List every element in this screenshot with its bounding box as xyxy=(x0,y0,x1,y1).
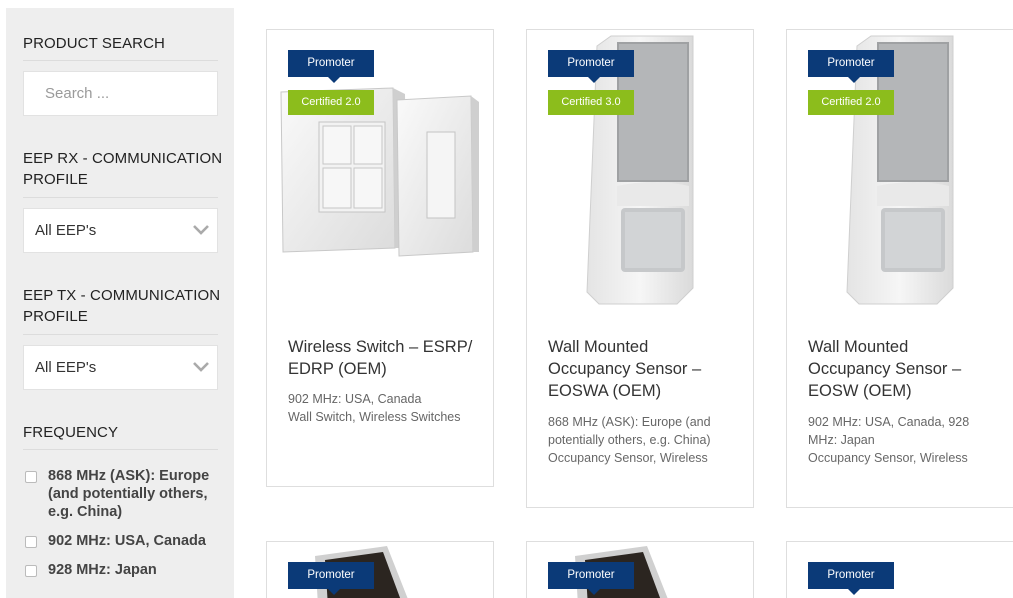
promoter-badge: Promoter xyxy=(288,562,374,595)
product-search-heading: PRODUCT SEARCH xyxy=(23,35,165,52)
divider xyxy=(23,449,218,450)
product-title-line[interactable]: EDRP (OEM) xyxy=(288,358,478,380)
product-frequency-line: 902 MHz: USA, Canada, 928 xyxy=(808,415,970,429)
search-field[interactable] xyxy=(23,71,218,116)
promoter-badge: Promoter xyxy=(808,50,894,83)
frequency-heading: FREQUENCY xyxy=(23,424,119,441)
eep-rx-heading: EEP RX - COMMUNICATION PROFILE xyxy=(23,148,222,190)
checkbox[interactable] xyxy=(25,565,37,577)
product-title-line[interactable]: Wall Mounted xyxy=(808,336,998,358)
product-title[interactable]: Wall Mounted Occupancy Sensor – EOSW (OE… xyxy=(808,336,998,402)
text-fade xyxy=(527,459,753,507)
promoter-badge: Promoter xyxy=(548,562,634,595)
product-title-line[interactable]: Wall Mounted xyxy=(548,336,738,358)
eep-rx-heading-line1: EEP RX - COMMUNICATION xyxy=(23,150,223,167)
eep-rx-select[interactable]: All EEP's xyxy=(23,208,218,253)
eep-tx-heading-line1: EEP TX - COMMUNICATION xyxy=(23,287,221,304)
eep-rx-selected-value: All EEP's xyxy=(35,222,97,239)
product-card[interactable]: Promoter xyxy=(526,541,754,598)
checkbox[interactable] xyxy=(25,471,37,483)
chevron-down-icon xyxy=(193,225,209,235)
product-frequency: 868 MHz (ASK): Europe (and potentially o… xyxy=(548,413,738,449)
filter-sidebar: PRODUCT SEARCH EEP RX - COMMUNICATION PR… xyxy=(6,8,234,598)
product-frequency: 902 MHz: USA, Canada, 928 MHz: Japan xyxy=(808,413,998,449)
product-title[interactable]: Wall Mounted Occupancy Sensor – EOSWA (O… xyxy=(548,336,738,402)
checkbox[interactable] xyxy=(25,536,37,548)
eep-tx-heading-line2: PROFILE xyxy=(23,308,88,325)
product-card[interactable]: Promoter Certified 3.0 Wall Mounted Occu… xyxy=(526,29,754,508)
promoter-badge: Promoter xyxy=(808,562,894,595)
eep-tx-heading: EEP TX - COMMUNICATION PROFILE xyxy=(23,285,220,327)
product-title-line[interactable]: Occupancy Sensor – xyxy=(548,358,738,380)
eep-rx-heading-line2: PROFILE xyxy=(23,171,88,188)
product-card[interactable]: Promoter xyxy=(266,541,494,598)
product-card[interactable]: Promoter xyxy=(786,541,1013,598)
product-categories: Wall Switch, Wireless Switches xyxy=(288,410,461,424)
certified-badge: Certified 3.0 xyxy=(548,90,634,115)
promoter-badge: Promoter xyxy=(288,50,374,83)
product-frequency-line: potentially others, e.g. China) xyxy=(548,433,711,447)
chevron-down-icon xyxy=(193,362,209,372)
divider xyxy=(23,197,218,198)
frequency-option-902[interactable]: 902 MHz: USA, Canada xyxy=(23,532,223,550)
product-title-line[interactable]: EOSW (OEM) xyxy=(808,380,998,402)
divider xyxy=(23,334,218,335)
product-frequency: 902 MHz: USA, Canada xyxy=(288,392,422,406)
product-title-line[interactable]: Wireless Switch – ESRP/ xyxy=(288,336,478,358)
certified-badge: Certified 2.0 xyxy=(808,90,894,115)
product-title-line[interactable]: EOSWA (OEM) xyxy=(548,380,738,402)
product-title-line[interactable]: Occupancy Sensor – xyxy=(808,358,998,380)
eep-tx-select[interactable]: All EEP's xyxy=(23,345,218,390)
product-card[interactable]: Promoter Certified 2.0 Wall Mounted Occu… xyxy=(786,29,1013,508)
eep-tx-selected-value: All EEP's xyxy=(35,359,97,376)
search-input[interactable] xyxy=(24,72,217,115)
frequency-option-label: 902 MHz: USA, Canada xyxy=(48,533,206,549)
frequency-option-868[interactable]: 868 MHz (ASK): Europe (and potentially o… xyxy=(23,467,223,521)
promoter-badge: Promoter xyxy=(548,50,634,83)
product-card[interactable]: Promoter Certified 2.0 Wireless Switch –… xyxy=(266,29,494,487)
product-frequency-line: MHz: Japan xyxy=(808,433,875,447)
certified-badge: Certified 2.0 xyxy=(288,90,374,115)
text-fade xyxy=(787,459,1013,507)
frequency-option-label: 928 MHz: Japan xyxy=(48,562,157,578)
frequency-option-label: 868 MHz (ASK): Europe (and potentially o… xyxy=(48,468,210,520)
frequency-option-928[interactable]: 928 MHz: Japan xyxy=(23,561,223,579)
product-frequency-line: 868 MHz (ASK): Europe (and xyxy=(548,415,711,429)
divider xyxy=(23,60,218,61)
product-title[interactable]: Wireless Switch – ESRP/ EDRP (OEM) xyxy=(288,336,478,380)
